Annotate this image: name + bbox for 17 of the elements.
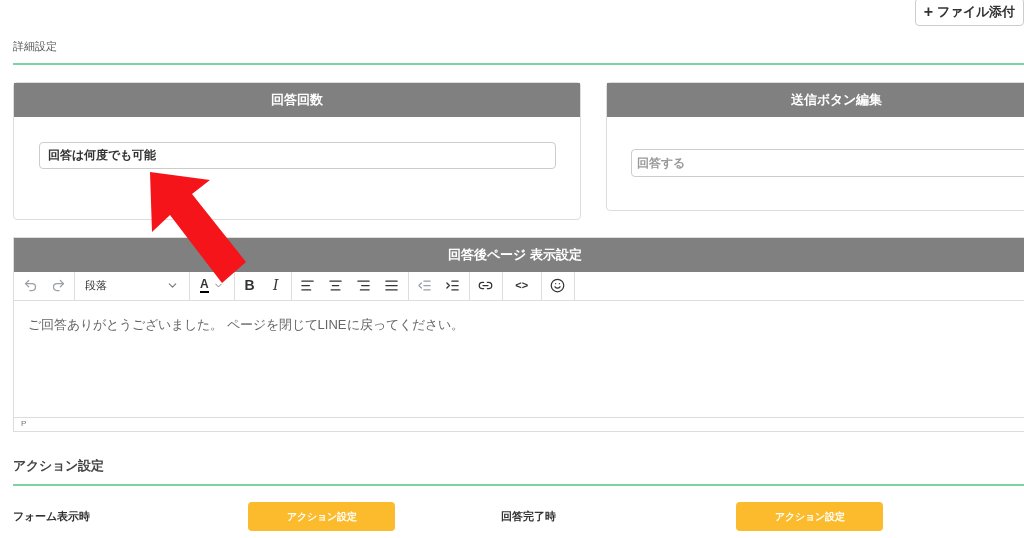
bold-button[interactable]: B bbox=[236, 271, 263, 300]
block-format-select[interactable]: 段落 bbox=[77, 271, 187, 300]
action-label: フォーム表示時 bbox=[13, 509, 91, 525]
card-header: 回答回数 bbox=[14, 82, 580, 117]
italic-button[interactable]: I bbox=[262, 271, 289, 300]
input-field[interactable]: 回答する bbox=[631, 148, 1024, 177]
card-header: 送信ボタン編集 bbox=[607, 82, 1024, 117]
action-label: 回答完了時 bbox=[501, 509, 557, 525]
section-heading: 詳細設定 bbox=[13, 39, 58, 54]
card-header: 回答後ページ 表示設定 bbox=[14, 237, 1024, 272]
section-heading: アクション設定 bbox=[13, 456, 105, 475]
code-button[interactable]: <> bbox=[504, 271, 539, 300]
plus-icon: + bbox=[923, 4, 933, 20]
editor-content[interactable]: ご回答ありがとうございました。 ページを閉じてLINEに戻ってください。 bbox=[28, 314, 1024, 334]
element-path: P bbox=[21, 417, 28, 430]
attach-file-button[interactable]: + ファイル添付 bbox=[914, 0, 1024, 26]
select-field[interactable]: 回答は何度でも可能 bbox=[39, 141, 556, 169]
